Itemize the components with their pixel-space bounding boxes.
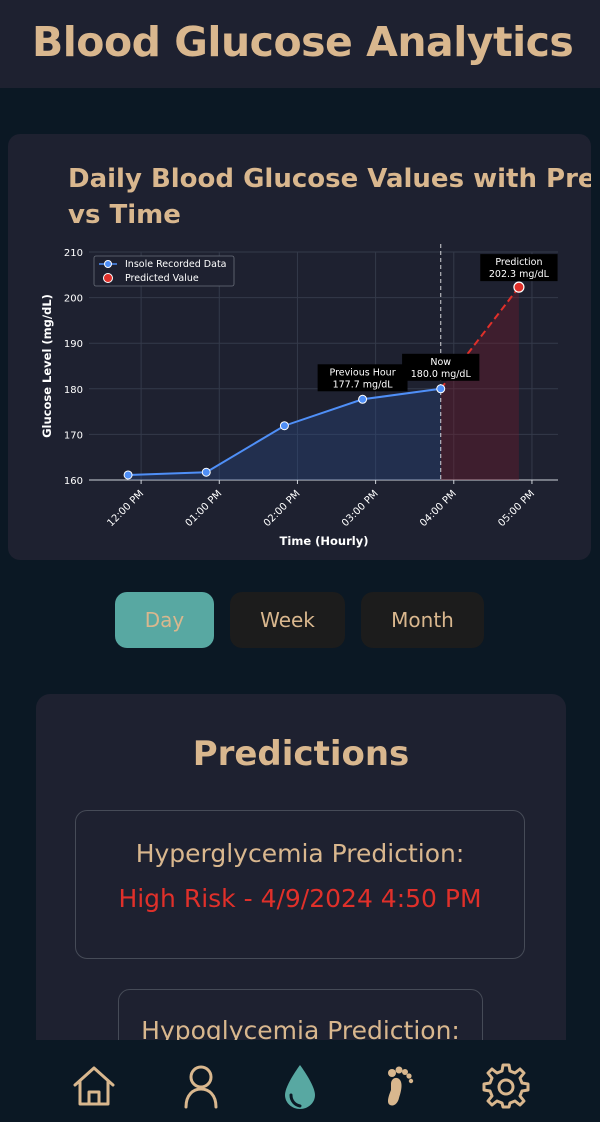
nav-settings[interactable] <box>482 1062 530 1110</box>
annotation-title: Now <box>430 357 451 368</box>
legend-predicted-label: Predicted Value <box>125 273 199 284</box>
annotation-title: Previous Hour <box>330 367 396 378</box>
hyperglycemia-prediction-card[interactable]: Hyperglycemia Prediction: High Risk - 4/… <box>75 810 525 959</box>
settings-gear-icon <box>482 1063 530 1109</box>
x-tick-label: 04:00 PM <box>418 488 459 529</box>
x-tick-label: 02:00 PM <box>262 488 303 529</box>
hyperglycemia-risk-value: High Risk - 4/9/2024 4:50 PM <box>118 884 482 913</box>
annotation-value: 202.3 mg/dL <box>489 269 550 280</box>
glucose-chart: Daily Blood Glucose Values with Predicti… <box>40 164 591 548</box>
annotation-title: Prediction <box>495 257 542 268</box>
predictions-card: Predictions Hyperglycemia Prediction: Hi… <box>36 694 566 1054</box>
nav-home[interactable] <box>70 1062 118 1110</box>
recorded-point <box>358 394 368 404</box>
legend-recorded-marker <box>104 260 112 268</box>
glucose-drop-icon <box>285 1065 315 1109</box>
legend-recorded-label: Insole Recorded Data <box>125 259 227 270</box>
hyperglycemia-label: Hyperglycemia Prediction: <box>135 839 465 868</box>
bottom-nav <box>0 1040 600 1122</box>
legend-predicted-marker <box>103 273 113 283</box>
recorded-point <box>123 470 133 480</box>
home-icon <box>73 1066 115 1106</box>
y-tick-label: 170 <box>64 430 83 441</box>
profile-icon <box>184 1065 218 1109</box>
tab-day[interactable]: Day <box>115 592 214 648</box>
recorded-point <box>279 421 289 431</box>
x-tick-label: 12:00 PM <box>105 488 146 529</box>
nav-glucose[interactable] <box>276 1062 324 1110</box>
nav-profile[interactable] <box>177 1062 225 1110</box>
chart-title-line-1: Daily Blood Glucose Values with Predicti… <box>68 164 591 194</box>
y-tick-label: 210 <box>64 248 83 259</box>
x-tick-label: 01:00 PM <box>184 488 225 529</box>
x-tick-label: 03:00 PM <box>340 488 381 529</box>
tab-week[interactable]: Week <box>230 592 345 648</box>
y-axis-label: Glucose Level (mg/dL) <box>40 294 54 438</box>
predictions-title: Predictions <box>192 734 410 774</box>
y-tick-label: 200 <box>64 294 83 305</box>
y-tick-label: 180 <box>64 385 83 396</box>
x-tick-label: 05:00 PM <box>496 488 537 529</box>
glucose-chart-card: Daily Blood Glucose Values with Predicti… <box>8 134 591 560</box>
annotation-value: 177.7 mg/dL <box>333 379 394 390</box>
prediction-area <box>440 287 519 480</box>
annotation-value: 180.0 mg/dL <box>411 369 472 380</box>
y-tick-label: 190 <box>64 339 83 350</box>
y-tick-label: 160 <box>64 476 83 487</box>
nav-footprint[interactable] <box>377 1062 425 1110</box>
recorded-point <box>201 467 211 477</box>
tab-month[interactable]: Month <box>361 592 484 648</box>
footprint-icon <box>388 1066 414 1106</box>
predicted-point <box>513 281 525 293</box>
app-header: Blood Glucose Analytics <box>0 0 600 88</box>
range-tabs: Day Week Month <box>0 592 600 648</box>
x-axis-label: Time (Hourly) <box>280 534 369 548</box>
chart-title-line-2: vs Time <box>68 200 181 230</box>
page-title: Blood Glucose Analytics <box>32 18 574 66</box>
recorded-point <box>436 384 446 394</box>
